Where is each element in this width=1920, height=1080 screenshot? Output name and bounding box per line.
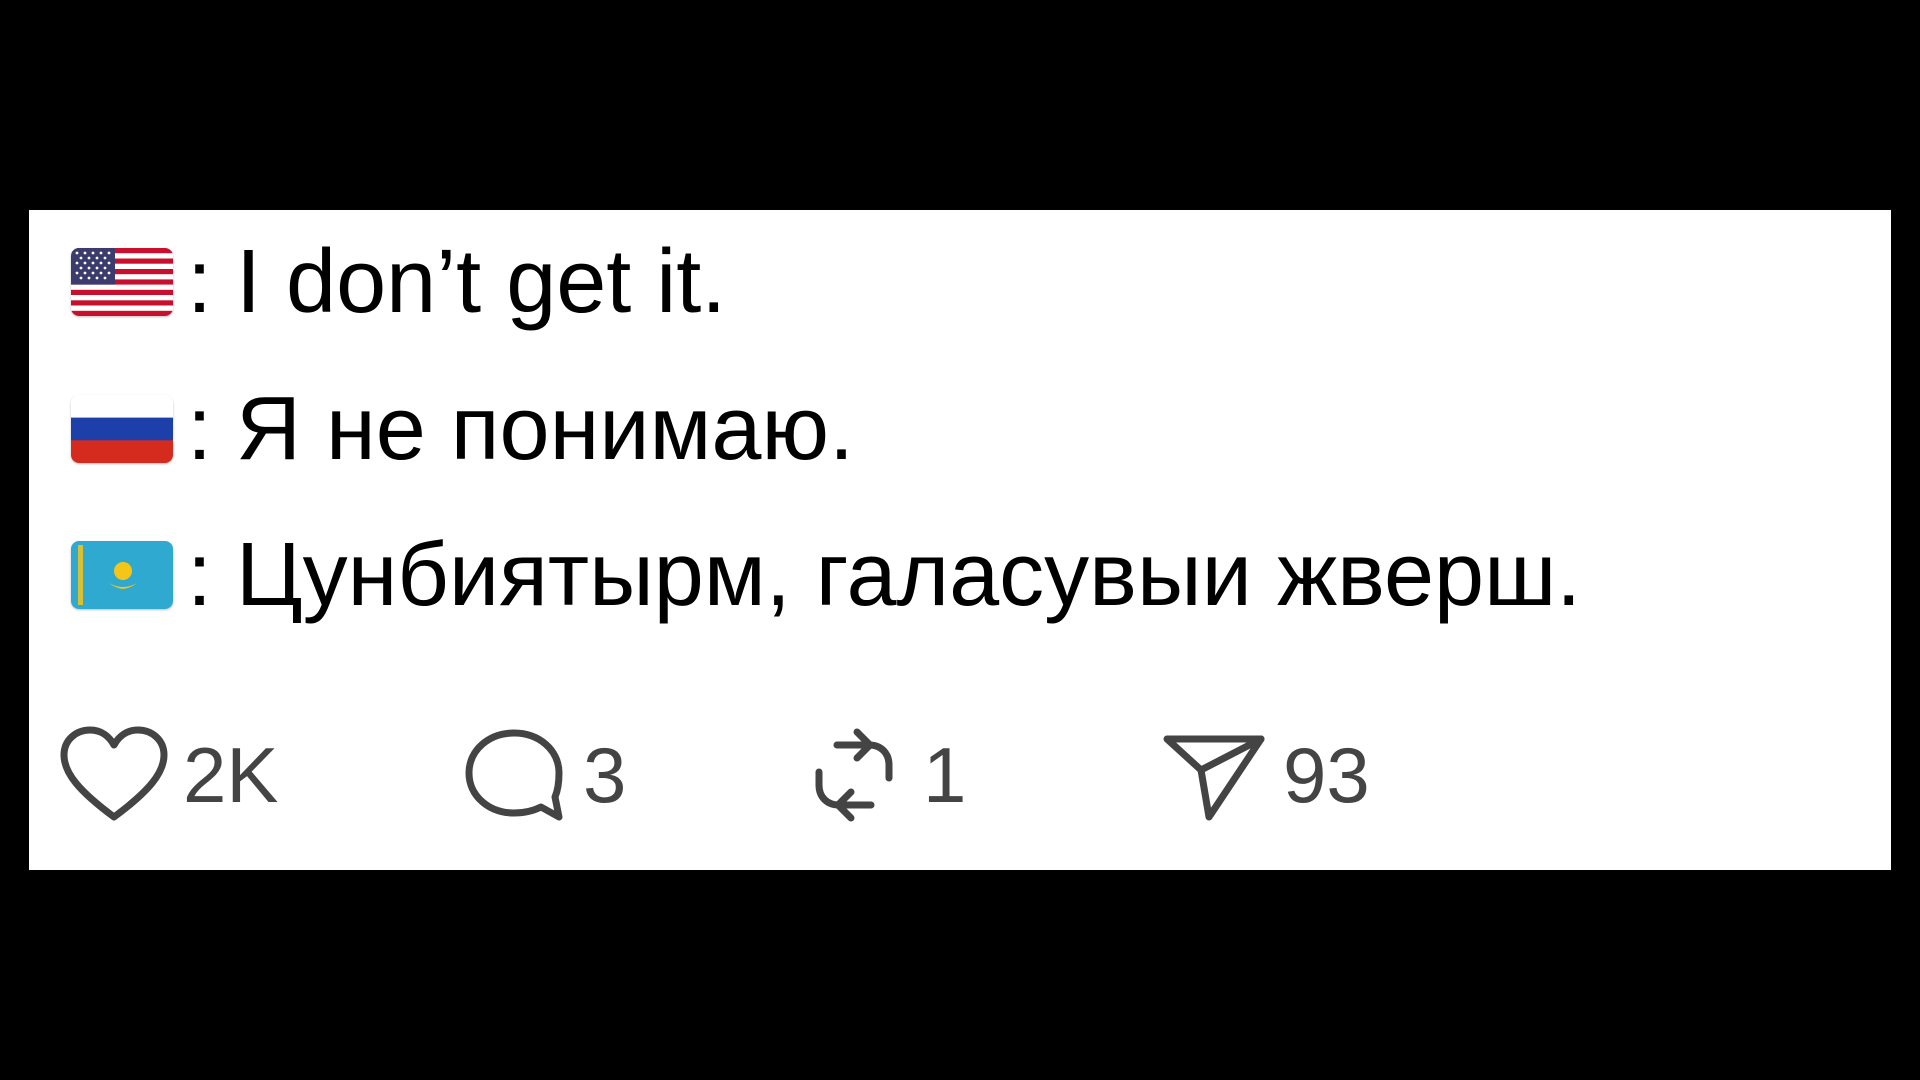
- like-count: 2K: [183, 730, 279, 819]
- repost-count: 1: [923, 730, 967, 819]
- share-button[interactable]: 93: [1159, 715, 1370, 835]
- comment-count: 3: [583, 730, 627, 819]
- kazakhstan-flag-icon: [71, 541, 173, 609]
- translation-text: I don’t get it.: [236, 231, 727, 332]
- post-action-bar: 2K 3 1 93: [59, 715, 1459, 835]
- translation-text: Я не понимаю.: [236, 378, 854, 479]
- russia-flag-icon: [71, 395, 173, 463]
- comment-button[interactable]: 3: [459, 715, 626, 835]
- translation-line-english: : I don’t get it.: [71, 227, 726, 337]
- like-button[interactable]: 2K: [59, 715, 278, 835]
- heart-icon: [60, 726, 168, 821]
- translation-text: Цунбиятырм, галасувыи жверш.: [236, 524, 1582, 625]
- translation-line-russian: : Я не понимаю.: [71, 374, 854, 484]
- send-icon: [1163, 735, 1265, 821]
- separator-colon: :: [187, 378, 213, 479]
- repost-button[interactable]: 1: [799, 715, 966, 835]
- post-card: : I don’t get it. : Я не понимаю. : Цунб…: [29, 210, 1891, 870]
- separator-colon: :: [187, 231, 213, 332]
- separator-colon: :: [187, 524, 213, 625]
- repost-icon: [815, 728, 893, 822]
- share-count: 93: [1283, 730, 1370, 819]
- us-flag-icon: [71, 248, 173, 316]
- comment-icon: [465, 729, 563, 821]
- translation-line-kazakh: : Цунбиятырм, галасувыи жверш.: [71, 520, 1581, 630]
